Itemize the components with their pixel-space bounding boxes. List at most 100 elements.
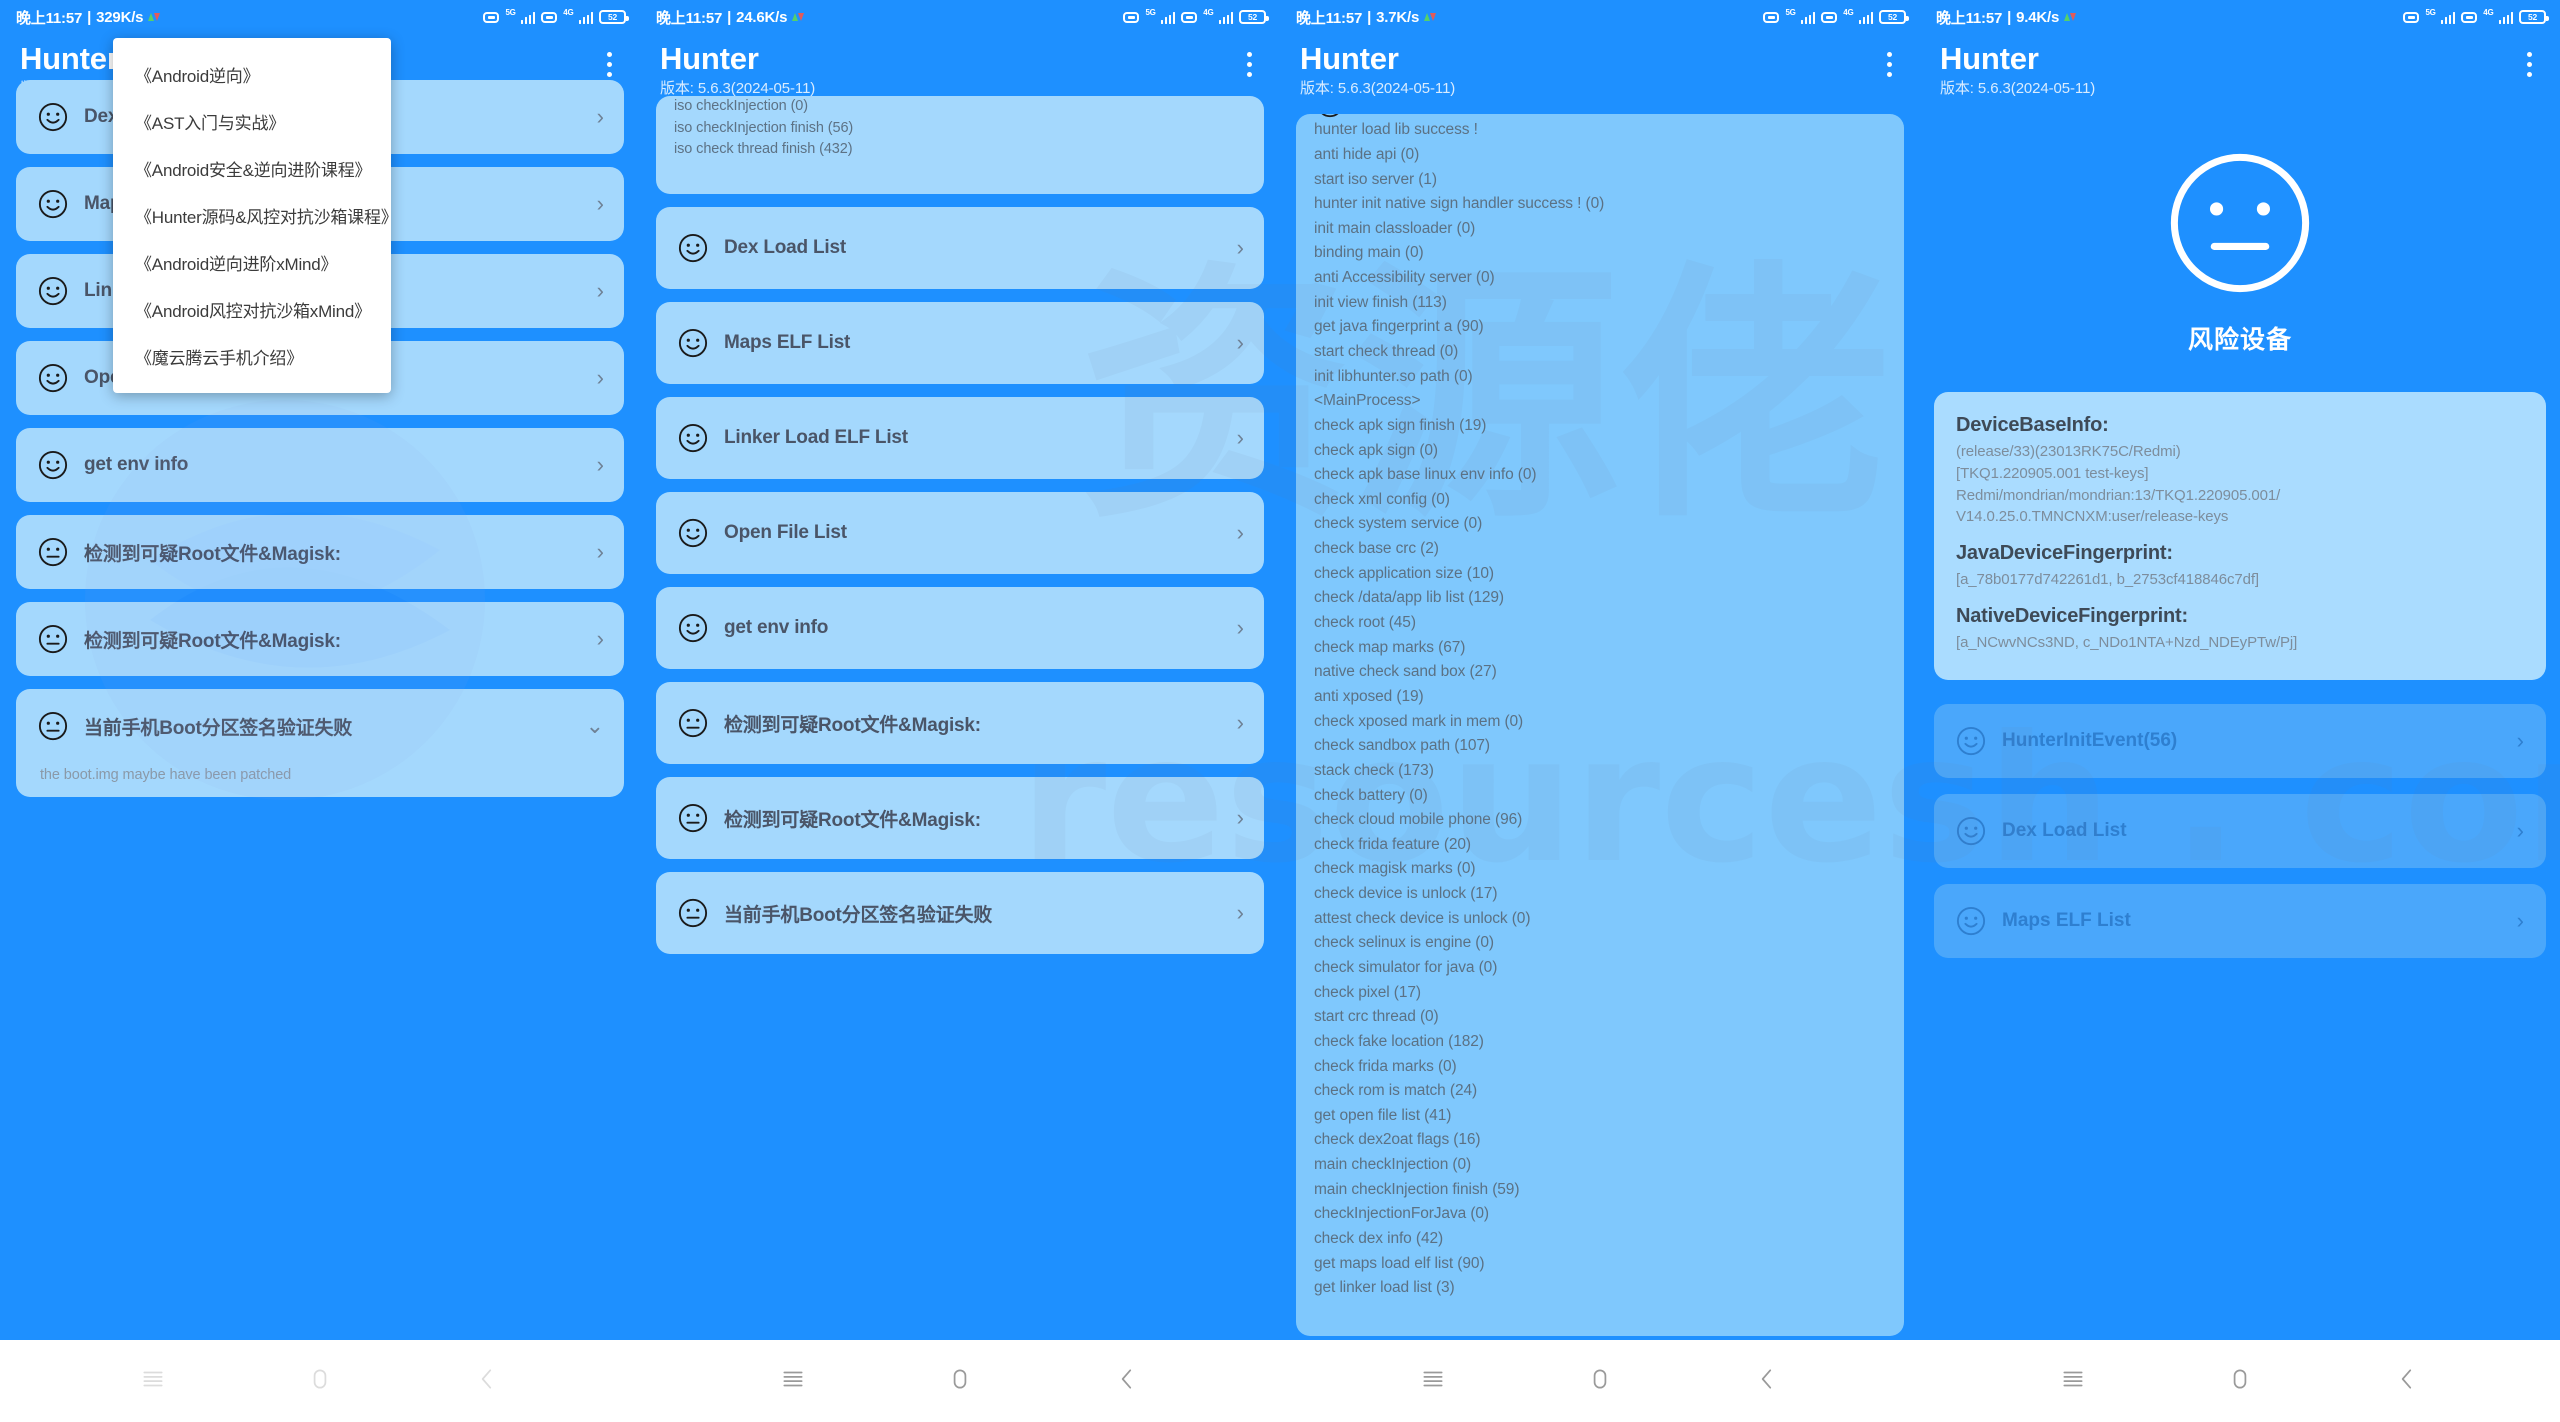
log-line: stack check (173) bbox=[1314, 761, 1434, 779]
smile-face-icon bbox=[38, 450, 68, 480]
neutral-face-icon bbox=[678, 898, 708, 928]
menu-item[interactable]: 《Hunter源码&风控对抗沙箱课程》 bbox=[113, 192, 398, 239]
data-transfer-icon bbox=[792, 11, 805, 24]
panel-3-detail-card[interactable]: HunterInitEvent(56) hunter load lib succ… bbox=[1296, 114, 1904, 1337]
back-icon[interactable] bbox=[1754, 1366, 1780, 1397]
log-line: init view finish (113) bbox=[1314, 293, 1447, 311]
log-line: check dex2oat flags (16) bbox=[1314, 1131, 1481, 1149]
list-item[interactable]: get env info › bbox=[656, 587, 1264, 670]
signal-strength-2-icon bbox=[2498, 11, 2513, 24]
recents-icon[interactable] bbox=[140, 1366, 166, 1397]
chevron-right-icon: › bbox=[596, 365, 604, 391]
panel-4-list[interactable]: HunterInitEvent(56) › Dex Load List › Ma… bbox=[1920, 680, 2560, 958]
list-item[interactable]: Linker Load ELF List › bbox=[656, 397, 1264, 480]
list-item[interactable]: 当前手机Boot分区签名验证失败 › bbox=[656, 872, 1264, 955]
network-type-5g: 5G bbox=[505, 8, 516, 17]
log-line: check magisk marks (0) bbox=[1314, 860, 1476, 878]
list-item-header: 当前手机Boot分区签名验证失败 ⌄ bbox=[38, 711, 604, 741]
network-speed: 329K/s bbox=[96, 8, 144, 26]
list-item-expanded[interactable]: 当前手机Boot分区签名验证失败 ⌄ the boot.img maybe ha… bbox=[16, 689, 624, 798]
sim2-icon bbox=[1821, 11, 1838, 23]
list-item[interactable]: Open File List › bbox=[656, 492, 1264, 575]
chevron-right-icon: › bbox=[1236, 900, 1244, 926]
home-icon[interactable] bbox=[947, 1366, 973, 1397]
panel-2-list[interactable]: iso checkInjection (0) iso checkInjectio… bbox=[640, 96, 1280, 955]
list-item-label: 检测到可疑Root文件&Magisk: bbox=[724, 714, 981, 736]
list-item[interactable]: 检测到可疑Root文件&Magisk: › bbox=[16, 515, 624, 590]
menu-item[interactable]: 《魔云腾云手机介绍》 bbox=[113, 333, 391, 380]
data-transfer-icon bbox=[2064, 11, 2077, 24]
menu-item[interactable]: 《Android逆向》 bbox=[113, 51, 391, 98]
list-item-label: 检测到可疑Root文件&Magisk: bbox=[84, 543, 341, 565]
home-icon[interactable] bbox=[2227, 1366, 2253, 1397]
status-time: 晚上11:57 bbox=[1936, 9, 2003, 27]
back-icon[interactable] bbox=[474, 1366, 500, 1397]
overflow-menu-icon[interactable] bbox=[1236, 42, 1262, 77]
overflow-dropdown-menu[interactable]: 《Android逆向》 《AST入门与实战》 《Android安全&逆向进阶课程… bbox=[113, 38, 398, 393]
menu-item[interactable]: 《AST入门与实战》 bbox=[113, 98, 391, 145]
list-item[interactable]: 检测到可疑Root文件&Magisk: › bbox=[16, 602, 624, 677]
neutral-face-icon bbox=[678, 803, 708, 833]
list-item[interactable]: Dex Load List › bbox=[656, 207, 1264, 290]
overflow-menu-icon[interactable] bbox=[2516, 42, 2542, 77]
log-line: check application size (10) bbox=[1314, 564, 1494, 582]
list-item[interactable]: 检测到可疑Root文件&Magisk: › bbox=[656, 777, 1264, 860]
status-bar-right: 5G 4G 52 bbox=[1123, 9, 1269, 24]
recents-icon[interactable] bbox=[2060, 1366, 2086, 1397]
log-line: check xml config (0) bbox=[1314, 490, 1450, 508]
log-card: iso checkInjection (0) iso checkInjectio… bbox=[656, 96, 1264, 195]
device-base-info-line: Redmi/mondrian/mondrian:13/TKQ1.220905.0… bbox=[1956, 486, 2281, 504]
panel-4-content: 晚上11:57 | 9.4K/s 5G 4G 52 Hunter 版本: 5.6… bbox=[1920, 0, 2560, 1340]
back-icon[interactable] bbox=[1114, 1366, 1140, 1397]
list-item[interactable]: Maps ELF List › bbox=[1934, 883, 2546, 958]
status-bar-right: 5G 4G 52 bbox=[2403, 9, 2549, 24]
list-item[interactable]: 检测到可疑Root文件&Magisk: › bbox=[656, 682, 1264, 765]
home-icon[interactable] bbox=[1587, 1366, 1613, 1397]
list-item[interactable]: Maps ELF List › bbox=[656, 302, 1264, 385]
detail-header-label: HunterInitEvent(56) bbox=[1358, 114, 1533, 115]
sim1-icon bbox=[2403, 11, 2420, 23]
overflow-menu-icon[interactable] bbox=[596, 42, 622, 77]
signal-strength-1-icon bbox=[1800, 11, 1816, 24]
app-bar-titles: Hunter 版本: 5.6.3(2024-05-11) bbox=[660, 41, 815, 100]
smile-face-icon bbox=[678, 233, 708, 263]
status-bar: 晚上11:57 | 3.7K/s 5G 4G 52 bbox=[1280, 0, 1920, 34]
log-line: start check thread (0) bbox=[1314, 342, 1459, 360]
status-time: 晚上11:57 bbox=[16, 9, 83, 27]
overflow-menu-icon[interactable] bbox=[1876, 42, 1902, 77]
neutral-face-icon bbox=[2165, 148, 2315, 298]
log-line: check dex info (42) bbox=[1314, 1230, 1444, 1248]
menu-item[interactable]: 《Android安全&逆向进阶课程》 bbox=[113, 145, 391, 192]
signal-strength-2-icon bbox=[1858, 11, 1873, 24]
log-line: anti Accessibility server (0) bbox=[1314, 269, 1495, 287]
menu-item[interactable]: 《Android逆向进阶xMind》 bbox=[113, 239, 391, 286]
network-speed: 3.7K/s bbox=[1376, 8, 1420, 26]
smile-face-icon bbox=[1956, 906, 1986, 936]
list-item[interactable]: HunterInitEvent(56) › bbox=[1934, 703, 2546, 778]
sim2-icon bbox=[1181, 11, 1198, 23]
log-line: main checkInjection (0) bbox=[1314, 1156, 1472, 1174]
list-item-label: Dex Load List bbox=[724, 237, 846, 259]
status-bar: 晚上11:57 | 329K/s 5G 4G 52 bbox=[0, 0, 640, 34]
chevron-down-icon[interactable]: ⌄ bbox=[586, 715, 604, 737]
smile-face-icon bbox=[678, 518, 708, 548]
smile-face-icon bbox=[1956, 726, 1986, 756]
signal-strength-2-icon bbox=[1218, 11, 1233, 24]
list-item[interactable]: get env info › bbox=[16, 428, 624, 503]
app-title: Hunter bbox=[1940, 41, 2039, 76]
back-icon[interactable] bbox=[2394, 1366, 2420, 1397]
app-bar-3: Hunter 版本: 5.6.3(2024-05-11) bbox=[1280, 34, 1920, 114]
menu-item[interactable]: 《Android风控对抗沙箱xMind》 bbox=[113, 286, 391, 333]
list-item[interactable]: Dex Load List › bbox=[1934, 793, 2546, 868]
home-icon[interactable] bbox=[307, 1366, 333, 1397]
risk-device-hero: 风险设备 bbox=[1920, 114, 2560, 356]
device-base-info-line: V14.0.25.0.TMNCNXM:user/release-keys bbox=[1956, 508, 2229, 526]
chevron-right-icon: › bbox=[1236, 805, 1244, 831]
panel-1-content: 晚上11:57 | 329K/s 5G 4G 52 Hunter Dex › M… bbox=[0, 0, 640, 1340]
log-line: binding main (0) bbox=[1314, 244, 1424, 262]
recents-icon[interactable] bbox=[780, 1366, 806, 1397]
log-line: check battery (0) bbox=[1314, 786, 1428, 804]
recents-icon[interactable] bbox=[1420, 1366, 1446, 1397]
neutral-face-icon bbox=[38, 537, 68, 567]
